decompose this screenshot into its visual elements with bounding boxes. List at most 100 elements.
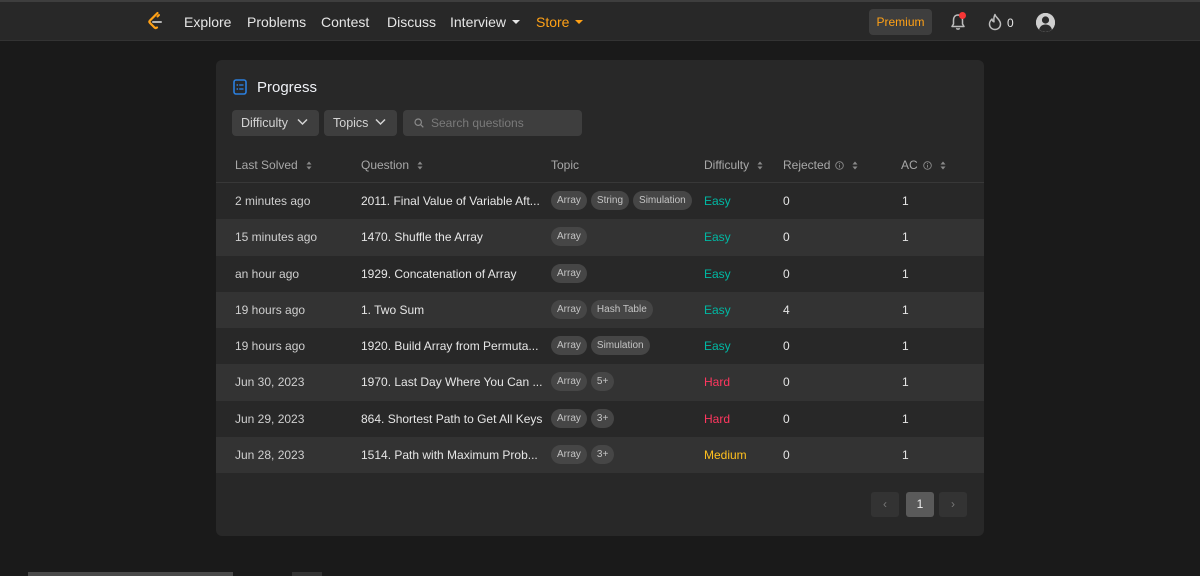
column-rejected[interactable]: Rejected (783, 158, 858, 172)
table-row: Jun 29, 2023 864. Shortest Path to Get A… (216, 401, 984, 437)
difficulty-dropdown-label: Difficulty (241, 116, 289, 130)
question-link[interactable]: 1929. Concatenation of Array (361, 267, 516, 281)
topic-tag[interactable]: String (590, 191, 630, 210)
ac-cell: 1 (902, 266, 909, 281)
question-link[interactable]: 1470. Shuffle the Array (361, 230, 483, 244)
column-ac[interactable]: AC (901, 158, 946, 172)
topic-tag[interactable]: Array (551, 445, 587, 465)
topic-tag-more[interactable]: 3+ (590, 445, 615, 465)
search-icon (414, 118, 424, 128)
topic-tag[interactable]: Array (551, 191, 587, 210)
notification-dot (959, 12, 966, 19)
topic-tags: Array String Simulation (551, 191, 692, 210)
rejected-cell: 0 (783, 230, 790, 245)
question-link[interactable]: 1920. Build Array from Permuta... (361, 339, 538, 353)
info-icon[interactable] (835, 161, 845, 170)
column-label: Rejected (783, 158, 831, 172)
table-row: Jun 30, 2023 1970. Last Day Where You Ca… (216, 364, 984, 401)
nav-store-label: Store (536, 14, 570, 30)
table-row: 19 hours ago 1. Two Sum Array Hash Table… (216, 291, 984, 329)
ac-cell: 1 (902, 302, 909, 317)
last-solved-cell: Jun 30, 2023 (235, 375, 305, 390)
topics-dropdown-label: Topics (333, 116, 369, 130)
topic-tag[interactable]: Simulation (590, 336, 650, 356)
sort-icon (757, 161, 763, 170)
last-solved-cell: 15 minutes ago (235, 230, 318, 245)
nav-contest[interactable]: Contest (321, 14, 369, 30)
rejected-cell: 0 (783, 194, 790, 208)
page-title: Progress (257, 79, 318, 96)
streak-flame-icon[interactable] (987, 13, 1003, 31)
streak-count: 0 (1007, 16, 1014, 30)
difficulty-cell: Easy (704, 230, 731, 245)
question-link[interactable]: 1514. Path with Maximum Prob... (361, 448, 538, 462)
column-label: Question (361, 158, 410, 172)
premium-button[interactable]: Premium (869, 9, 932, 35)
column-label: Last Solved (235, 158, 298, 172)
column-last-solved[interactable]: Last Solved (235, 158, 312, 172)
nav-interview[interactable]: Interview (450, 14, 521, 30)
progress-table-body: 2 minutes ago 2011. Final Value of Varia… (216, 183, 984, 474)
difficulty-cell: Easy (704, 339, 731, 354)
question-link[interactable]: 1. Two Sum (361, 303, 424, 317)
topic-tag[interactable]: Array (551, 372, 587, 392)
horizontal-scrollbar-segment[interactable] (292, 572, 322, 576)
topic-tag[interactable]: Simulation (633, 191, 692, 210)
progress-card: Progress Difficulty Topics Last Solved Q… (216, 60, 984, 536)
info-icon[interactable] (922, 161, 932, 170)
ac-cell: 1 (902, 448, 909, 463)
pagination-next-button[interactable]: › (939, 492, 967, 517)
topic-tag[interactable]: Hash Table (590, 299, 653, 319)
search-input[interactable] (431, 110, 579, 136)
rejected-cell: 0 (783, 339, 790, 354)
sort-icon (940, 161, 946, 170)
topic-tag[interactable]: Array (551, 336, 587, 356)
question-link[interactable]: 2011. Final Value of Variable Aft... (361, 194, 540, 208)
question-link[interactable]: 864. Shortest Path to Get All Keys (361, 412, 542, 426)
topic-tags: Array (551, 227, 587, 247)
topic-tags: Array Hash Table (551, 299, 653, 319)
rejected-cell: 0 (783, 375, 790, 390)
topic-tag[interactable]: Array (551, 299, 587, 319)
topic-tag[interactable]: Array (551, 227, 587, 247)
topic-tag-more[interactable]: 5+ (590, 372, 615, 392)
difficulty-dropdown[interactable]: Difficulty (232, 110, 319, 136)
table-row: 15 minutes ago 1470. Shuffle the Array A… (216, 219, 984, 256)
table-row: Jun 28, 2023 1514. Path with Maximum Pro… (216, 437, 984, 474)
leetcode-logo-icon[interactable] (146, 11, 164, 31)
nav-discuss[interactable]: Discuss (387, 14, 436, 30)
column-question[interactable]: Question (361, 158, 423, 172)
difficulty-cell: Hard (704, 411, 731, 426)
topics-dropdown[interactable]: Topics (324, 110, 397, 136)
topic-tag[interactable]: Array (551, 408, 587, 428)
nav-store[interactable]: Store (536, 14, 584, 30)
table-row: 2 minutes ago 2011. Final Value of Varia… (216, 183, 984, 219)
chevron-down-icon (297, 118, 308, 126)
caret-down-icon (512, 20, 521, 24)
column-difficulty[interactable]: Difficulty (704, 158, 763, 172)
pagination-page-1[interactable]: 1 (906, 492, 934, 517)
difficulty-cell: Hard (704, 375, 731, 390)
nav-problems[interactable]: Problems (247, 14, 306, 30)
top-navbar: Explore Problems Contest Discuss Intervi… (0, 2, 1200, 41)
topic-tags: Array Simulation (551, 336, 650, 356)
sort-icon (417, 161, 423, 170)
table-row: 19 hours ago 1920. Build Array from Perm… (216, 328, 984, 364)
question-link[interactable]: 1970. Last Day Where You Can ... (361, 375, 542, 389)
topic-tag[interactable]: Array (551, 263, 587, 283)
topic-tag-more[interactable]: 3+ (590, 408, 615, 428)
ac-cell: 1 (902, 194, 909, 208)
column-label: AC (901, 158, 918, 172)
topic-tags: Array 5+ (551, 372, 615, 392)
user-avatar[interactable] (1036, 13, 1055, 32)
avatar-image-icon (1036, 13, 1055, 32)
chevron-down-icon (375, 118, 386, 126)
nav-explore[interactable]: Explore (184, 14, 231, 30)
horizontal-scrollbar-thumb[interactable] (28, 572, 233, 576)
rejected-cell: 0 (783, 266, 790, 281)
last-solved-cell: 19 hours ago (235, 302, 306, 317)
pagination-prev-button[interactable]: ‹ (871, 492, 899, 517)
last-solved-cell: 19 hours ago (235, 339, 306, 354)
column-label: Difficulty (704, 158, 750, 172)
ac-cell: 1 (902, 411, 909, 426)
